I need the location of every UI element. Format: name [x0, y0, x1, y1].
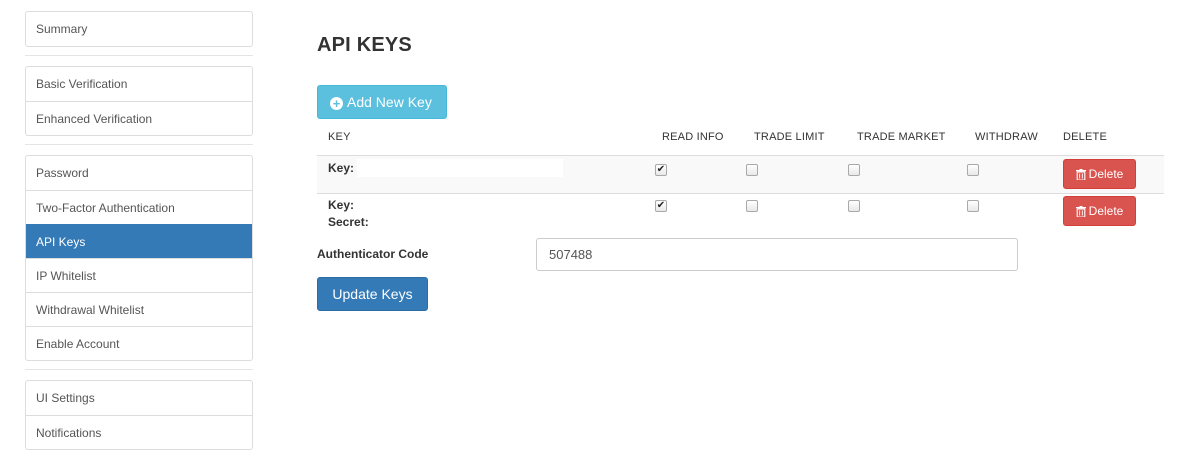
withdraw-checkbox[interactable] — [967, 164, 979, 176]
authenticator-code-input[interactable] — [536, 238, 1018, 271]
sidebar-divider — [25, 369, 253, 370]
column-header-delete: DELETE — [1063, 131, 1107, 143]
sidebar-item-password[interactable]: Password — [26, 156, 252, 190]
sidebar-group-settings: UI Settings Notifications — [25, 380, 253, 450]
authenticator-code-label: Authenticator Code — [317, 247, 429, 261]
column-header-trade-market: TRADE MARKET — [857, 131, 946, 143]
sidebar-item-enhanced-verification[interactable]: Enhanced Verification — [26, 101, 252, 135]
column-header-key: KEY — [328, 131, 351, 143]
trade-market-checkbox[interactable] — [848, 200, 860, 212]
sidebar-item-basic-verification[interactable]: Basic Verification — [26, 67, 252, 101]
add-new-key-button[interactable]: + Add New Key — [317, 85, 447, 119]
key-value — [357, 159, 563, 177]
sidebar-divider — [25, 144, 253, 145]
plus-circle-icon: + — [330, 97, 343, 110]
sidebar-item-ip-whitelist[interactable]: IP Whitelist — [26, 258, 252, 292]
secret-label: Secret: — [328, 215, 369, 229]
trade-limit-checkbox[interactable] — [746, 200, 758, 212]
column-header-withdraw: WITHDRAW — [975, 131, 1038, 143]
sidebar-item-notifications[interactable]: Notifications — [26, 415, 252, 449]
sidebar-item-summary[interactable]: Summary — [26, 12, 252, 46]
sidebar-group-verification: Basic Verification Enhanced Verification — [25, 66, 253, 136]
read-info-checkbox[interactable]: ✔ — [655, 200, 667, 212]
sidebar-item-two-factor[interactable]: Two-Factor Authentication — [26, 190, 252, 224]
update-keys-button[interactable]: Update Keys — [317, 277, 428, 311]
column-header-trade-limit: TRADE LIMIT — [754, 131, 825, 143]
trade-limit-checkbox[interactable] — [746, 164, 758, 176]
sidebar-divider — [25, 55, 253, 56]
key-label: Key: — [328, 198, 355, 212]
table-row — [317, 193, 1164, 235]
delete-button[interactable]: Delete — [1063, 159, 1136, 189]
add-new-key-label: Add New Key — [347, 94, 432, 110]
trash-icon — [1075, 169, 1086, 180]
trash-icon — [1075, 206, 1086, 217]
column-header-read-info: READ INFO — [662, 131, 724, 143]
checkmark-icon: ✔ — [656, 200, 666, 211]
delete-label: Delete — [1088, 204, 1124, 218]
sidebar-group-security: Password Two-Factor Authentication API K… — [25, 155, 253, 361]
sidebar-item-api-keys[interactable]: API Keys — [26, 224, 252, 258]
sidebar-item-ui-settings[interactable]: UI Settings — [26, 381, 252, 415]
withdraw-checkbox[interactable] — [967, 200, 979, 212]
trade-market-checkbox[interactable] — [848, 164, 860, 176]
key-label: Key: — [328, 161, 355, 175]
checkmark-icon: ✔ — [656, 164, 666, 175]
page-title: API KEYS — [317, 34, 412, 56]
sidebar-item-withdrawal-whitelist[interactable]: Withdrawal Whitelist — [26, 292, 252, 326]
read-info-checkbox[interactable]: ✔ — [655, 164, 667, 176]
delete-button[interactable]: Delete — [1063, 196, 1136, 226]
sidebar-group-summary: Summary — [25, 11, 253, 47]
delete-label: Delete — [1088, 167, 1124, 181]
sidebar-item-enable-account[interactable]: Enable Account — [26, 326, 252, 360]
